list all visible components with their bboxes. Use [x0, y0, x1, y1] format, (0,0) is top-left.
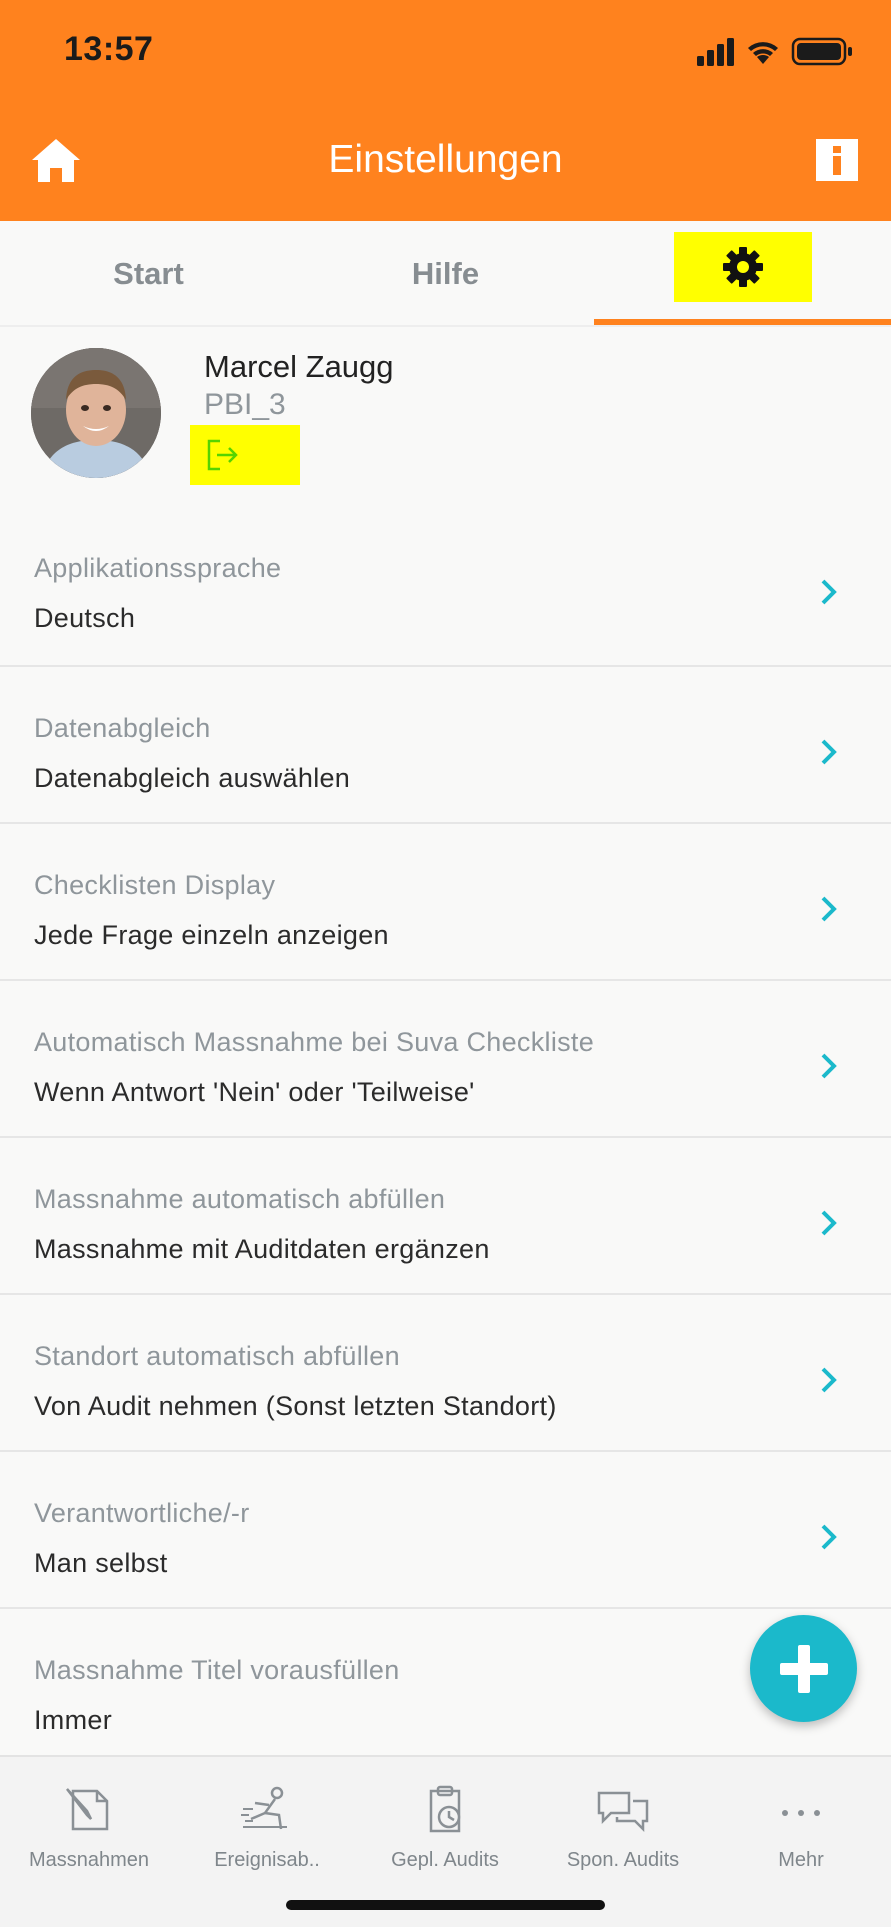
- chevron-right-icon: [821, 1053, 837, 1079]
- setting-label: Applikationssprache: [34, 553, 282, 583]
- status-icons: [697, 37, 852, 66]
- incident-icon: [241, 1786, 287, 1830]
- setting-value: Datenabgleich auswählen: [34, 763, 351, 793]
- page-title: Einstellungen: [328, 138, 563, 181]
- tab-settings[interactable]: [594, 221, 891, 327]
- nav-label: Gepl. Audits: [391, 1849, 499, 1871]
- setting-value: Man selbst: [34, 1548, 168, 1578]
- setting-value: Wenn Antwort 'Nein' oder 'Teilweise': [34, 1077, 475, 1107]
- nav-label: Spon. Audits: [566, 1849, 680, 1871]
- logout-icon: [207, 439, 238, 471]
- avatar: [31, 348, 161, 478]
- logout-button[interactable]: [190, 425, 300, 485]
- chevron-right-icon: [821, 896, 837, 922]
- gear-icon: [722, 247, 763, 287]
- user-id: PBI_3: [204, 388, 286, 421]
- setting-auto-measure-suva[interactable]: Automatisch Massnahme bei Suva Checklist…: [0, 981, 891, 1138]
- setting-data-sync[interactable]: Datenabgleich Datenabgleich auswählen: [0, 667, 891, 824]
- nav-item-spontane-audits[interactable]: Spon. Audits: [534, 1757, 712, 1887]
- more-icon: [782, 1810, 820, 1816]
- setting-responsible[interactable]: Verantwortliche/-r Man selbst: [0, 1452, 891, 1609]
- setting-value: Jede Frage einzeln anzeigen: [34, 920, 389, 950]
- app-header: 13:57 Einstellungen: [0, 0, 891, 221]
- setting-label: Checklisten Display: [34, 870, 276, 900]
- chat-bubbles-icon: [597, 1791, 649, 1833]
- setting-value: Deutsch: [34, 603, 136, 633]
- setting-value: Immer: [34, 1705, 112, 1735]
- add-button[interactable]: [750, 1615, 857, 1722]
- clipboard-clock-icon: [429, 1785, 461, 1833]
- chevron-right-icon: [821, 1367, 837, 1393]
- nav-item-mehr[interactable]: Mehr: [712, 1757, 890, 1887]
- plus-icon: [779, 1644, 828, 1693]
- tab-bar: Start Hilfe: [0, 221, 891, 327]
- setting-label: Verantwortliche/-r: [34, 1498, 250, 1528]
- battery-icon: [791, 37, 852, 66]
- setting-value: Massnahme mit Auditdaten ergänzen: [34, 1234, 490, 1264]
- user-profile: Marcel Zaugg PBI_3: [0, 327, 891, 507]
- setting-auto-fill-measure[interactable]: Massnahme automatisch abfüllen Massnahme…: [0, 1138, 891, 1295]
- tab-start[interactable]: Start: [0, 221, 297, 327]
- setting-label: Datenabgleich: [34, 713, 211, 743]
- chevron-right-icon: [821, 1210, 837, 1236]
- tab-hilfe[interactable]: Hilfe: [297, 221, 594, 327]
- nav-label: Ereignisab..: [214, 1849, 320, 1871]
- nav-item-ereignisse[interactable]: Ereignisab..: [178, 1757, 356, 1887]
- info-icon[interactable]: [813, 136, 861, 184]
- setting-value: Von Audit nehmen (Sonst letzten Standort…: [34, 1391, 557, 1421]
- chevron-right-icon: [821, 579, 837, 605]
- setting-label: Automatisch Massnahme bei Suva Checklist…: [34, 1027, 595, 1057]
- setting-checklist-display[interactable]: Checklisten Display Jede Frage einzeln a…: [0, 824, 891, 981]
- chevron-right-icon: [821, 1524, 837, 1550]
- chevron-right-icon: [821, 739, 837, 765]
- setting-label: Massnahme Titel vorausfüllen: [34, 1655, 400, 1685]
- measures-icon: [66, 1788, 109, 1831]
- setting-application-language[interactable]: Applikationssprache Deutsch: [0, 507, 891, 667]
- user-name: Marcel Zaugg: [204, 349, 394, 384]
- status-time: 13:57: [64, 30, 154, 68]
- setting-label: Standort automatisch abfüllen: [34, 1341, 400, 1371]
- wifi-icon: [748, 42, 778, 64]
- active-tab-indicator: [594, 319, 891, 325]
- setting-auto-fill-location[interactable]: Standort automatisch abfüllen Von Audit …: [0, 1295, 891, 1452]
- nav-label: Massnahmen: [28, 1849, 150, 1871]
- nav-item-geplante-audits[interactable]: Gepl. Audits: [356, 1757, 534, 1887]
- gear-highlight: [673, 232, 812, 302]
- settings-list: Applikationssprache Deutsch Datenabgleic…: [0, 507, 891, 1766]
- home-indicator: [286, 1900, 605, 1910]
- nav-item-massnahmen[interactable]: Massnahmen: [0, 1757, 178, 1887]
- setting-label: Massnahme automatisch abfüllen: [34, 1184, 446, 1214]
- nav-label: Mehr: [778, 1849, 824, 1871]
- cellular-signal-icon: [697, 38, 734, 66]
